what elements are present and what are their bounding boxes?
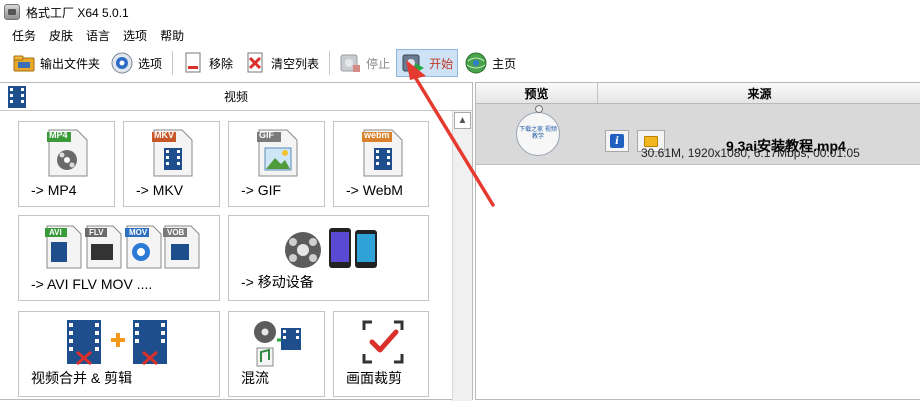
menu-help[interactable]: 帮助 (160, 27, 184, 44)
flv-badge: FLV (89, 228, 104, 237)
task-file-details: 30.61M, 1920x1080, 6.17Mbps, 00:01:05 (641, 146, 860, 160)
menu-task[interactable]: 任务 (12, 27, 36, 44)
tile-to-mp4[interactable]: MP4 -> MP4 (18, 121, 115, 207)
tile-crop-label: 画面裁剪 (346, 370, 402, 386)
tile-video-merge-clip[interactable]: 视频合并 & 剪辑 (18, 311, 220, 397)
options-button[interactable]: 选项 (106, 49, 166, 77)
tile-to-mp4-label: -> MP4 (31, 182, 77, 198)
toolbar-divider (329, 51, 331, 75)
preview-thumbnail: 下载之家 视频教学 (516, 105, 560, 156)
tile-mux-label: 混流 (241, 370, 269, 386)
toolbar-divider (172, 51, 174, 75)
menu-skin[interactable]: 皮肤 (49, 27, 73, 44)
tile-to-mkv-label: -> MKV (136, 182, 184, 198)
folder-icon (644, 135, 658, 147)
video-category-label: 视频 (223, 90, 248, 104)
start-icon (401, 51, 425, 75)
mkv-badge: MKV (154, 130, 174, 140)
clear-list-button[interactable]: 清空列表 (239, 49, 323, 77)
left-panel-scrollbar[interactable]: ▲ (452, 111, 472, 401)
start-label: 开始 (429, 56, 454, 71)
clear-list-icon (243, 51, 267, 75)
mux-icon (251, 318, 305, 371)
tile-to-gif-label: -> GIF (241, 182, 282, 198)
home-label: 主页 (492, 56, 517, 71)
thumbnail-pin-icon (535, 105, 543, 113)
file-info-button[interactable]: i (605, 130, 629, 152)
tile-to-mkv[interactable]: MKV -> MKV (123, 121, 220, 207)
options-gear-icon (110, 51, 134, 75)
output-folder-button[interactable]: 输出文件夹 (8, 49, 104, 77)
thumbnail-text: 下载之家 视频教学 (519, 127, 557, 140)
tile-to-gif[interactable]: GIF -> GIF (228, 121, 325, 207)
video-category-header[interactable]: 视频 (0, 83, 472, 111)
tile-video-merge-clip-label: 视频合并 & 剪辑 (31, 370, 133, 386)
function-panel: 视频 MP4 -> MP4 MKV -> MKV GIF -> GIF webm… (0, 82, 473, 401)
stop-label: 停止 (366, 56, 391, 71)
merge-clip-icon (63, 318, 173, 371)
menu-language[interactable]: 语言 (86, 27, 110, 44)
menu-bar: 任务 皮肤 语言 选项 帮助 (0, 24, 920, 46)
home-button[interactable]: 主页 (460, 49, 520, 77)
tile-mux[interactable]: 混流 (228, 311, 325, 397)
tile-crop[interactable]: 画面裁剪 (333, 311, 429, 397)
toolbar: 输出文件夹 选项 移除 清空列表 停止 开始 主页 (0, 46, 920, 80)
mp4-badge: MP4 (49, 130, 68, 140)
window-title: 格式工厂 X64 5.0.1 (26, 5, 129, 20)
task-list-panel: 预览 来源 下载之家 视频教学 i 9.3ai安装教程.mp4 30.61M, … (475, 82, 920, 400)
tile-to-mobile[interactable]: -> 移动设备 (228, 215, 429, 301)
info-icon: i (610, 134, 624, 148)
options-label: 选项 (138, 56, 163, 71)
film-icon (6, 85, 28, 109)
tile-to-mobile-label: -> 移动设备 (241, 274, 314, 290)
vob-badge: VOB (167, 228, 185, 237)
remove-icon (181, 51, 205, 75)
column-header-preview[interactable]: 预览 (476, 83, 598, 104)
clear-list-label: 清空列表 (271, 56, 320, 71)
title-bar: 格式工厂 X64 5.0.1 (0, 0, 920, 24)
mov-badge: MOV (129, 228, 148, 237)
mobile-device-icon (281, 224, 381, 277)
gif-badge: GIF (259, 130, 274, 140)
tile-to-webm[interactable]: webm -> WebM (333, 121, 429, 207)
avi-badge: AVI (49, 228, 62, 237)
tile-to-avi-flv-mov[interactable]: AVI FLV MOV VOB -> AVI FLV MOV .... (18, 215, 220, 301)
remove-button[interactable]: 移除 (177, 49, 237, 77)
column-header-source[interactable]: 来源 (598, 83, 920, 104)
scroll-up-icon[interactable]: ▲ (454, 112, 471, 129)
output-folder-label: 输出文件夹 (40, 56, 101, 71)
globe-icon (464, 51, 488, 75)
webm-badge: webm (364, 130, 390, 140)
stop-icon (338, 51, 362, 75)
folder-icon (12, 51, 36, 75)
tile-to-webm-label: -> WebM (346, 182, 403, 198)
tile-to-avi-flv-mov-label: -> AVI FLV MOV .... (31, 276, 153, 292)
crop-icon (362, 320, 404, 367)
menu-options[interactable]: 选项 (123, 27, 147, 44)
remove-label: 移除 (209, 56, 234, 71)
stop-button[interactable]: 停止 (334, 49, 394, 77)
start-button[interactable]: 开始 (396, 49, 459, 77)
app-icon (4, 4, 20, 20)
